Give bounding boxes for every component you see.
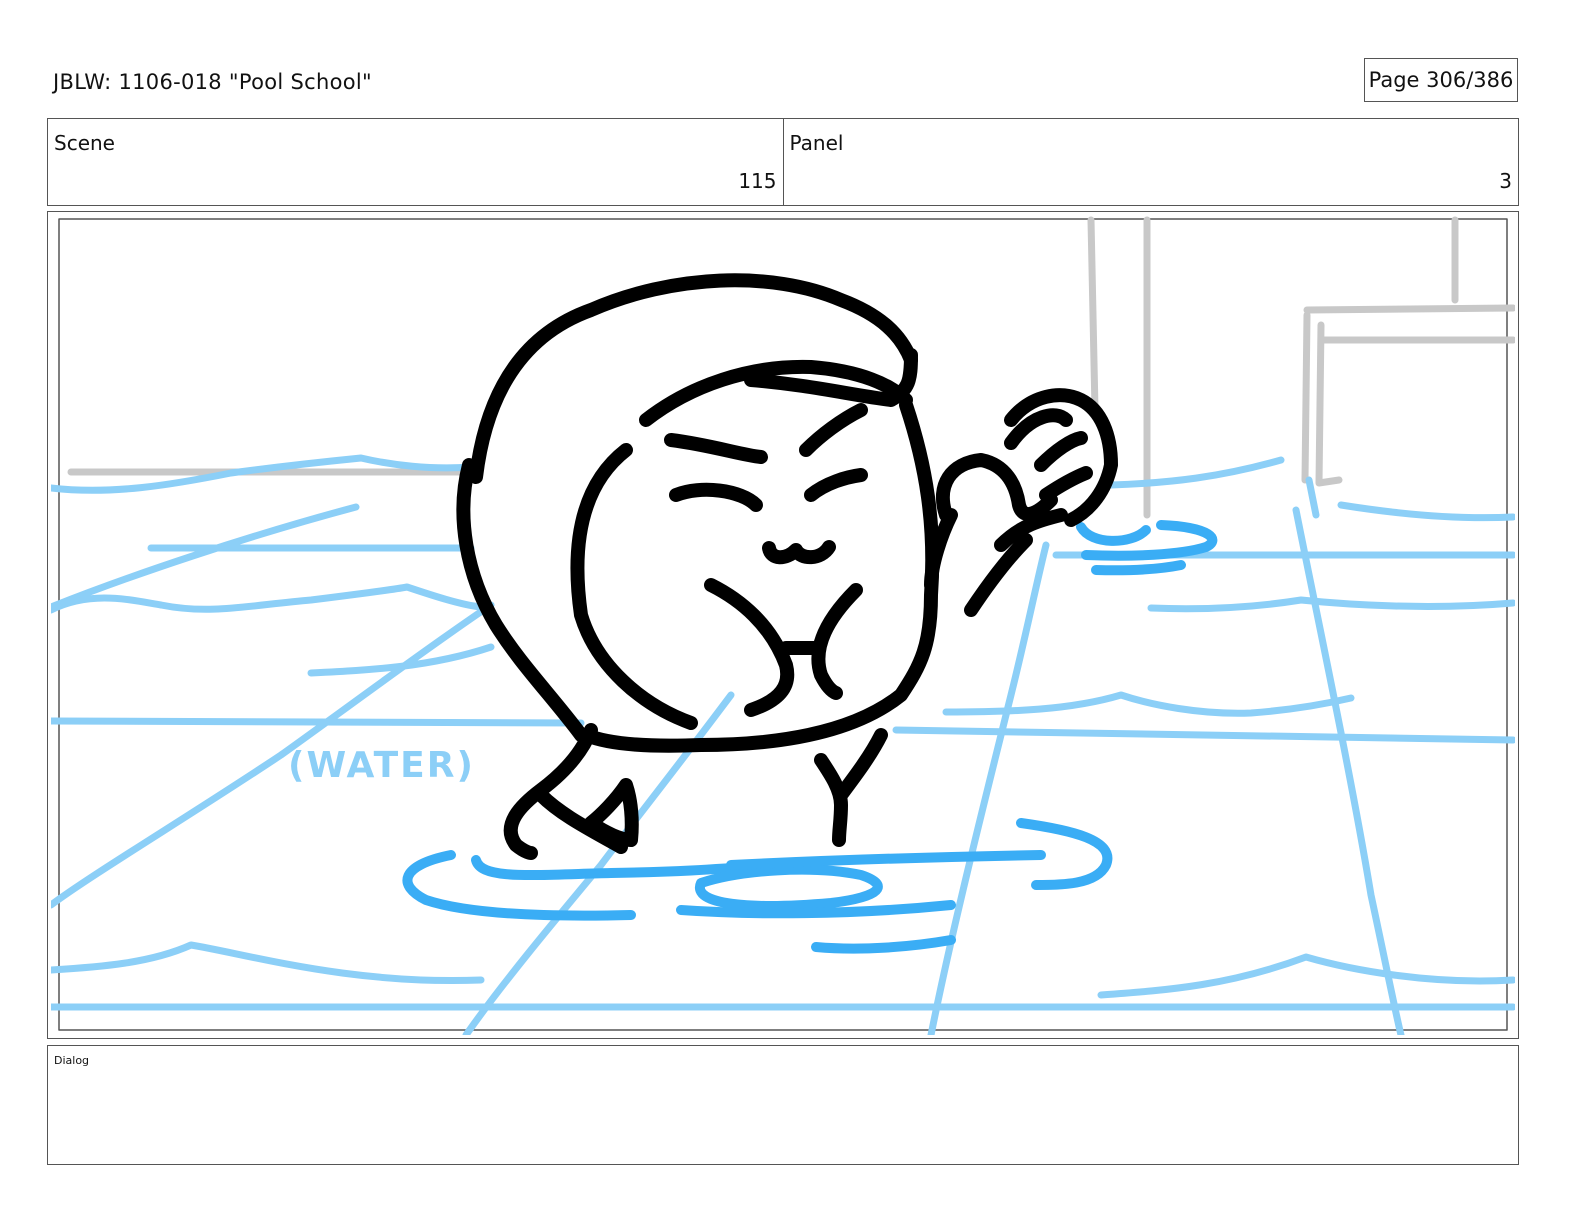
panel-cell: Panel 3 [782,119,1519,205]
scene-panel-info: Scene 115 Panel 3 [47,118,1519,206]
scene-label: Scene [54,131,115,155]
dialog-box: Dialog [47,1045,1519,1165]
page-number: Page 306/386 [1364,58,1518,102]
document-title: JBLW: 1106-018 "Pool School" [53,70,372,94]
scene-cell: Scene 115 [48,119,783,205]
scene-number: 115 [738,169,777,193]
dialog-label: Dialog [54,1054,90,1067]
water-annotation: (WATER) [288,745,475,786]
character [456,273,1118,860]
panel-label: Panel [789,131,844,155]
panel-number: 3 [1499,169,1512,193]
storyboard-drawing: (WATER) [51,216,1515,1035]
